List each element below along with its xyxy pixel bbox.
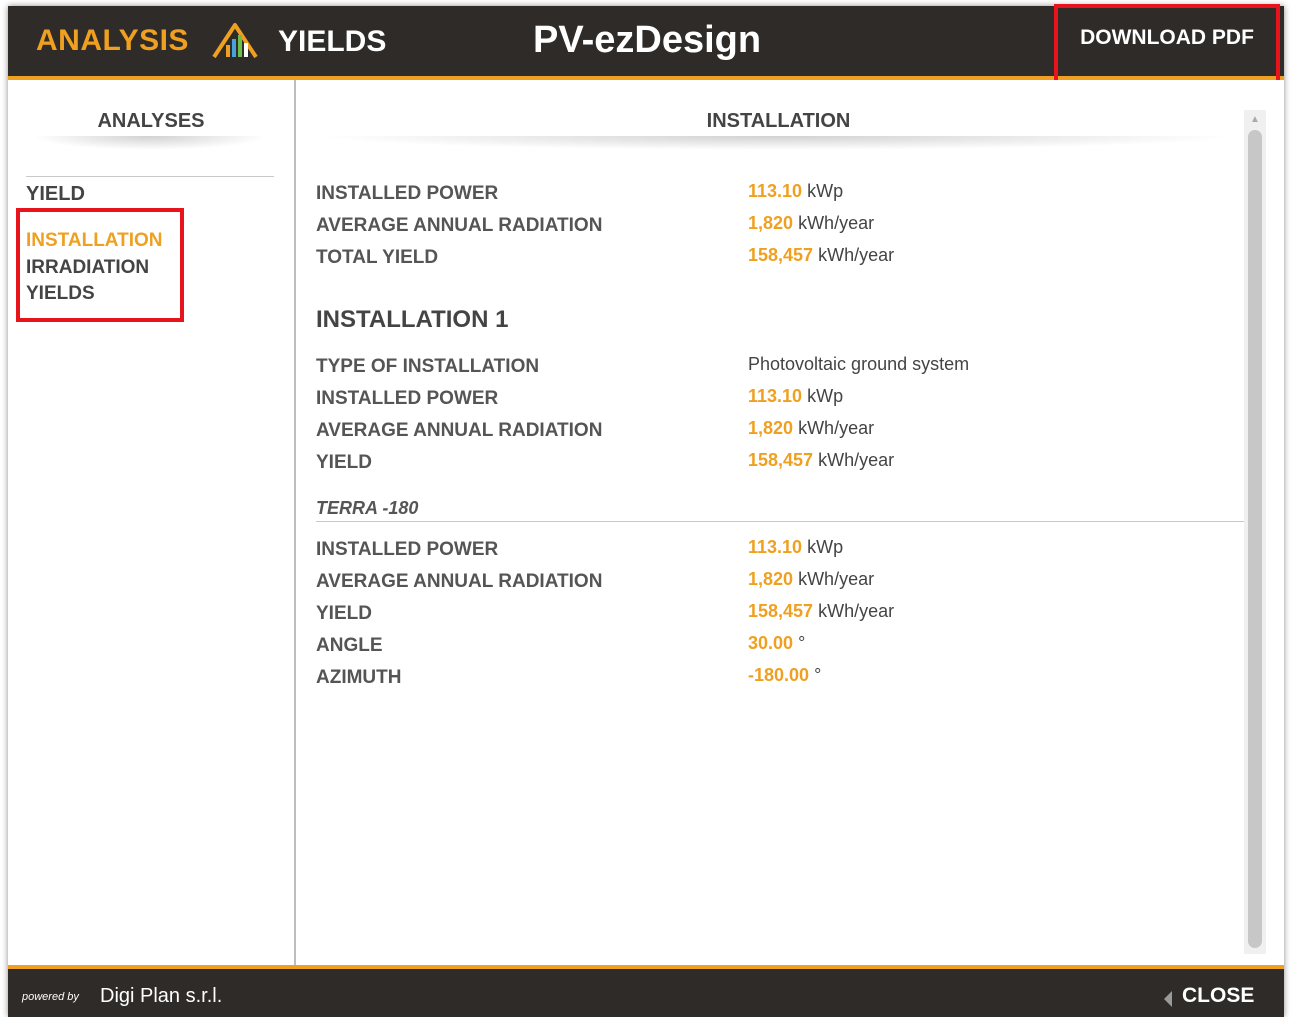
row-label: YIELD	[316, 603, 372, 624]
row-label: YIELD	[316, 452, 372, 473]
installation-type-row: TYPE OF INSTALLATION Photovoltaic ground…	[316, 354, 1241, 382]
row-value: 1,820 kWh/year	[748, 569, 874, 590]
summary-row: AVERAGE ANNUAL RADIATION 1,820 kWh/year	[316, 213, 1241, 241]
row-number: 1,820	[748, 569, 794, 589]
row-number: 158,457	[748, 450, 814, 470]
row-number: 113.10	[748, 181, 803, 201]
row-label: ANGLE	[316, 635, 383, 656]
installation-1-row: AVERAGE ANNUAL RADIATION 1,820 kWh/year	[316, 418, 1241, 446]
chart-growth-icon	[212, 23, 258, 59]
row-value: 113.10 kWp	[748, 181, 843, 202]
terra-subsection-title: TERRA -180	[316, 498, 1244, 522]
yields-title: YIELDS	[278, 25, 387, 58]
row-unit: kWh/year	[818, 450, 895, 470]
sidebar-title: ANALYSES	[97, 110, 205, 132]
row-label: INSTALLED POWER	[316, 183, 499, 204]
row-label: AVERAGE ANNUAL RADIATION	[316, 571, 603, 592]
analysis-title: ANALYSIS	[36, 24, 189, 57]
row-label: AVERAGE ANNUAL RADIATION	[316, 215, 603, 236]
row-number: 158,457	[748, 245, 814, 265]
terra-row: AVERAGE ANNUAL RADIATION 1,820 kWh/year	[316, 569, 1241, 597]
row-value: Photovoltaic ground system	[748, 354, 970, 374]
row-value: 158,457 kWh/year	[748, 601, 894, 622]
row-label: AVERAGE ANNUAL RADIATION	[316, 420, 603, 441]
row-value: 158,457 kWh/year	[748, 245, 894, 266]
installation-1-row: YIELD 158,457 kWh/year	[316, 450, 1241, 478]
row-unit: kWh/year	[818, 601, 895, 621]
sidebar: ANALYSES YIELD INSTALLATION IRRADIATION …	[8, 80, 296, 966]
row-value: 113.10 kWp	[748, 537, 843, 558]
row-unit: kWh/year	[798, 213, 875, 233]
row-unit: °	[814, 665, 822, 685]
powered-by-label: powered by	[22, 991, 79, 1003]
row-label: TYPE OF INSTALLATION	[316, 356, 540, 377]
terra-row: YIELD 158,457 kWh/year	[316, 601, 1241, 629]
terra-row: AZIMUTH -180.00 °	[316, 665, 1241, 693]
row-number: -180.00	[748, 665, 810, 685]
row-value: 1,820 kWh/year	[748, 213, 874, 234]
terra-row: INSTALLED POWER 113.10 kWp	[316, 537, 1241, 565]
header-bar: ANALYSIS YIELDS PV-ezDesign DOWNLOAD PDF	[8, 4, 1284, 84]
row-value: 1,820 kWh/year	[748, 418, 874, 439]
vertical-scrollbar[interactable]: ▲	[1244, 110, 1266, 954]
close-button[interactable]: CLOSE	[1182, 984, 1254, 1008]
row-value: 113.10 kWp	[748, 386, 843, 407]
scroll-up-arrow-icon[interactable]: ▲	[1244, 110, 1266, 128]
row-number: 30.00	[748, 633, 794, 653]
row-label: AZIMUTH	[316, 667, 402, 688]
row-number: 113.10	[748, 537, 803, 557]
row-number: 1,820	[748, 213, 794, 233]
row-number: 158,457	[748, 601, 814, 621]
row-label: TOTAL YIELD	[316, 247, 439, 268]
page-title: INSTALLATION	[706, 110, 851, 132]
sidebar-title-divider	[32, 136, 268, 150]
summary-row: INSTALLED POWER 113.10 kWp	[316, 181, 1241, 209]
row-unit: kWh/year	[798, 569, 875, 589]
sidebar-item-irradiation[interactable]: IRRADIATION	[26, 257, 149, 279]
page-title-divider	[316, 136, 1241, 150]
row-unit: kWp	[807, 181, 844, 201]
download-pdf-button[interactable]: DOWNLOAD PDF	[1054, 4, 1280, 84]
row-unit: kWh/year	[818, 245, 895, 265]
installation-1-row: INSTALLED POWER 113.10 kWp	[316, 386, 1241, 414]
scrollbar-thumb[interactable]	[1248, 130, 1262, 948]
sidebar-item-yields[interactable]: YIELDS	[26, 283, 95, 305]
row-value: 30.00 °	[748, 633, 805, 654]
row-label: INSTALLED POWER	[316, 539, 499, 560]
sidebar-item-installation[interactable]: INSTALLATION	[26, 230, 163, 252]
sidebar-group-yield: YIELD	[26, 176, 274, 206]
company-name: Digi Plan s.r.l.	[100, 985, 223, 1007]
chevron-left-icon[interactable]	[1164, 991, 1172, 1007]
row-unit: kWp	[807, 386, 844, 406]
row-unit: °	[798, 633, 806, 653]
row-value: 158,457 kWh/year	[748, 450, 894, 471]
row-unit: kWh/year	[798, 418, 875, 438]
row-value: -180.00 °	[748, 665, 821, 686]
row-number: 113.10	[748, 386, 803, 406]
summary-row: TOTAL YIELD 158,457 kWh/year	[316, 245, 1241, 273]
main-panel: INSTALLATION INSTALLED POWER 113.10 kWp …	[296, 80, 1284, 966]
analysis-window: ANALYSIS YIELDS PV-ezDesign DOWNLOAD PDF…	[8, 4, 1284, 1017]
row-unit: kWp	[807, 537, 844, 557]
terra-row: ANGLE 30.00 °	[316, 633, 1241, 661]
row-number: 1,820	[748, 418, 794, 438]
installation-1-title: INSTALLATION 1	[316, 306, 509, 333]
row-label: INSTALLED POWER	[316, 388, 499, 409]
app-brand: PV-ezDesign	[533, 19, 762, 61]
footer-bar: powered by Digi Plan s.r.l. CLOSE	[8, 965, 1284, 1017]
